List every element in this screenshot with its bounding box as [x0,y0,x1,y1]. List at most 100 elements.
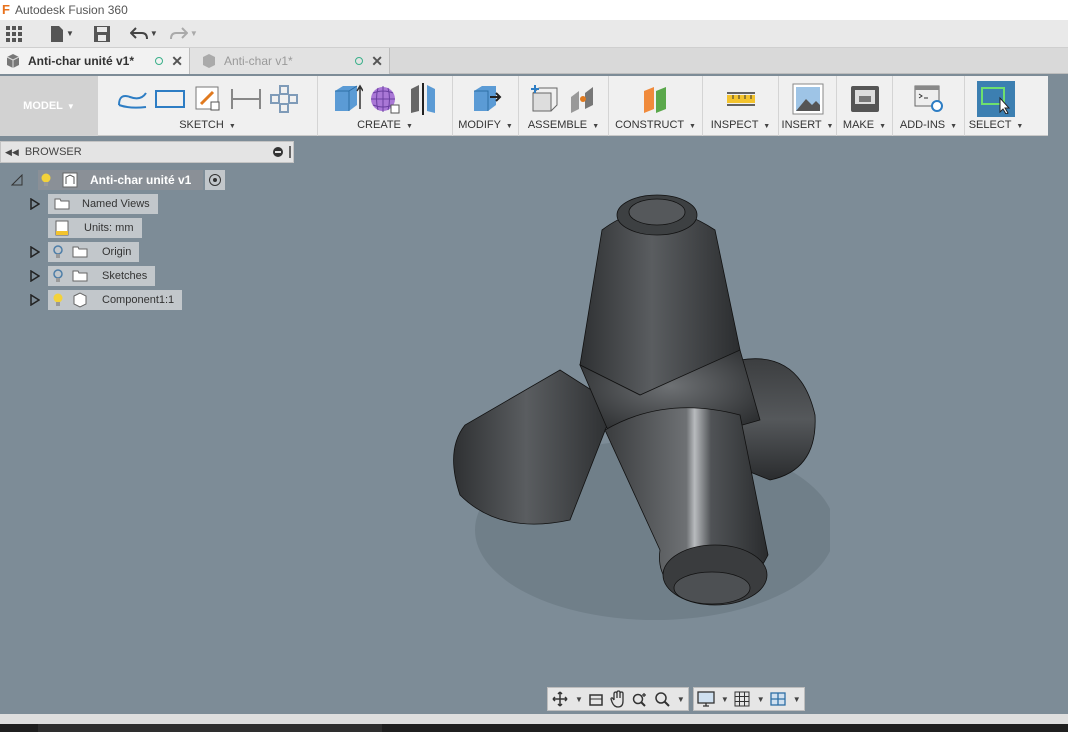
create-menu[interactable]: CREATE ▼ [357,119,413,133]
image-icon [792,83,823,115]
spline-icon [117,92,147,109]
minus-circle-icon[interactable] [273,147,283,157]
collapse-browser-icon[interactable]: ◀◀ [5,147,19,158]
new-component-tool[interactable] [529,83,561,115]
tetrapod-model[interactable] [440,190,830,640]
lightbulb-icon[interactable] [52,245,64,259]
sketch-menu[interactable]: SKETCH ▼ [179,119,236,133]
inspect-menu[interactable]: INSPECT ▼ [711,119,770,133]
expand-triangle-icon[interactable] [28,269,42,283]
document-tab-active[interactable]: Anti-char unité v1* ✕ [0,48,190,74]
expand-triangle-icon[interactable] [28,197,42,211]
panel-resize-handle[interactable] [289,146,291,158]
select-menu[interactable]: SELECT ▼ [969,119,1024,133]
chevron-down-icon[interactable]: ▼ [677,695,685,704]
dimension-tool[interactable] [230,83,262,115]
close-icon[interactable]: ✕ [171,53,183,70]
undo-button[interactable]: ▼ [129,22,158,46]
fit-button[interactable] [653,690,671,708]
zoom-button[interactable] [631,690,649,708]
orbit-button[interactable] [551,690,569,708]
assemble-menu[interactable]: ASSEMBLE ▼ [528,119,599,133]
mirror-tool[interactable] [407,83,439,115]
viewports-button[interactable] [769,690,787,708]
units-item[interactable]: Units: mm [48,218,142,238]
display-settings-button[interactable] [697,690,715,708]
title-bar: F Autodesk Fusion 360 [0,0,1068,20]
folder-icon [72,244,88,260]
measure-tool[interactable] [725,83,757,115]
browser-header[interactable]: ◀◀ BROWSER [0,141,294,163]
create-sketch-tool[interactable] [192,83,224,115]
construct-menu[interactable]: CONSTRUCT ▼ [615,119,696,133]
chevron-down-icon: ▼ [879,123,887,130]
component-icon [72,292,88,308]
expand-triangle-icon[interactable] [10,173,24,187]
named-views-item[interactable]: Named Views [48,194,158,214]
component-item[interactable]: Component1:1 [48,290,183,310]
activate-radio-icon[interactable] [205,170,226,190]
ribbon-toolbar: MODEL ▼ SKETCH ▼ CREATE ▼ MODIFY ▼ ASSEM… [0,76,1048,136]
grid-settings-button[interactable] [733,690,751,708]
construct-label: CONSTRUCT [615,119,684,131]
chevron-down-icon: ▼ [1016,123,1024,130]
constraint-tool[interactable] [268,83,300,115]
look-at-button[interactable] [587,690,605,708]
zoom-icon [632,693,646,707]
orbit-icon [552,691,568,707]
expand-triangle-icon[interactable] [28,293,42,307]
scripts-tool[interactable] [913,83,945,115]
chevron-down-icon[interactable]: ▼ [757,695,765,704]
lightbulb-icon[interactable] [52,293,64,307]
browser-row-component: Component1:1 [28,290,183,310]
component-label: Component1:1 [102,294,175,306]
chevron-down-icon: ▼ [228,123,236,130]
document-component-icon [62,172,78,188]
extrude-tool[interactable] [331,83,363,115]
lightbulb-icon[interactable] [52,269,64,283]
press-pull-tool[interactable] [470,83,502,115]
modify-group: MODIFY ▼ [453,76,519,136]
folder-icon [54,196,70,212]
lightbulb-icon[interactable] [40,173,52,187]
chevron-down-icon[interactable]: ▼ [575,695,583,704]
workspace-switcher[interactable]: MODEL ▼ [0,76,98,136]
grid-settings-icon [734,691,750,707]
fusion-logo-icon: F [2,2,10,17]
modify-menu[interactable]: MODIFY ▼ [458,119,513,133]
offset-plane-tool[interactable] [640,83,672,115]
extrude-icon [335,84,363,111]
chevron-down-icon[interactable]: ▼ [793,695,801,704]
spline-tool[interactable] [116,83,148,115]
select-tool[interactable] [977,81,1015,117]
joint-tool[interactable] [567,83,599,115]
browser-root-item[interactable]: Anti-char unité v1 [38,170,204,190]
rectangle-icon [154,90,185,108]
add-ins-menu[interactable]: ADD-INS ▼ [900,119,957,133]
origin-item[interactable]: Origin [48,242,140,262]
insert-menu[interactable]: INSERT ▼ [782,119,834,133]
sketches-item[interactable]: Sketches [48,266,156,286]
form-tool[interactable] [369,83,401,115]
quick-access-toolbar: ▼ ▼ ▼ [0,20,1068,48]
add-ins-group: ADD-INS ▼ [893,76,965,136]
close-icon[interactable]: ✕ [371,53,383,70]
3d-print-tool[interactable] [849,83,881,115]
expand-triangle-icon[interactable] [28,245,42,259]
make-menu[interactable]: MAKE ▼ [843,119,886,133]
document-tab-inactive[interactable]: Anti-char v1* ✕ [190,48,390,74]
chevron-down-icon[interactable]: ▼ [721,695,729,704]
file-menu-button[interactable]: ▼ [50,22,74,46]
chevron-down-icon: ▼ [189,29,198,38]
taskbar-item [38,724,382,732]
insert-image-tool[interactable] [792,83,824,115]
rectangle-tool[interactable] [154,83,186,115]
save-button[interactable] [93,22,110,46]
app-menu-button[interactable] [4,22,24,46]
press-pull-icon [473,86,501,111]
redo-button[interactable]: ▼ [169,22,198,46]
make-group: MAKE ▼ [837,76,893,136]
form-icon [371,86,400,114]
pan-button[interactable] [609,690,627,708]
browser-row-origin: Origin [28,242,140,262]
